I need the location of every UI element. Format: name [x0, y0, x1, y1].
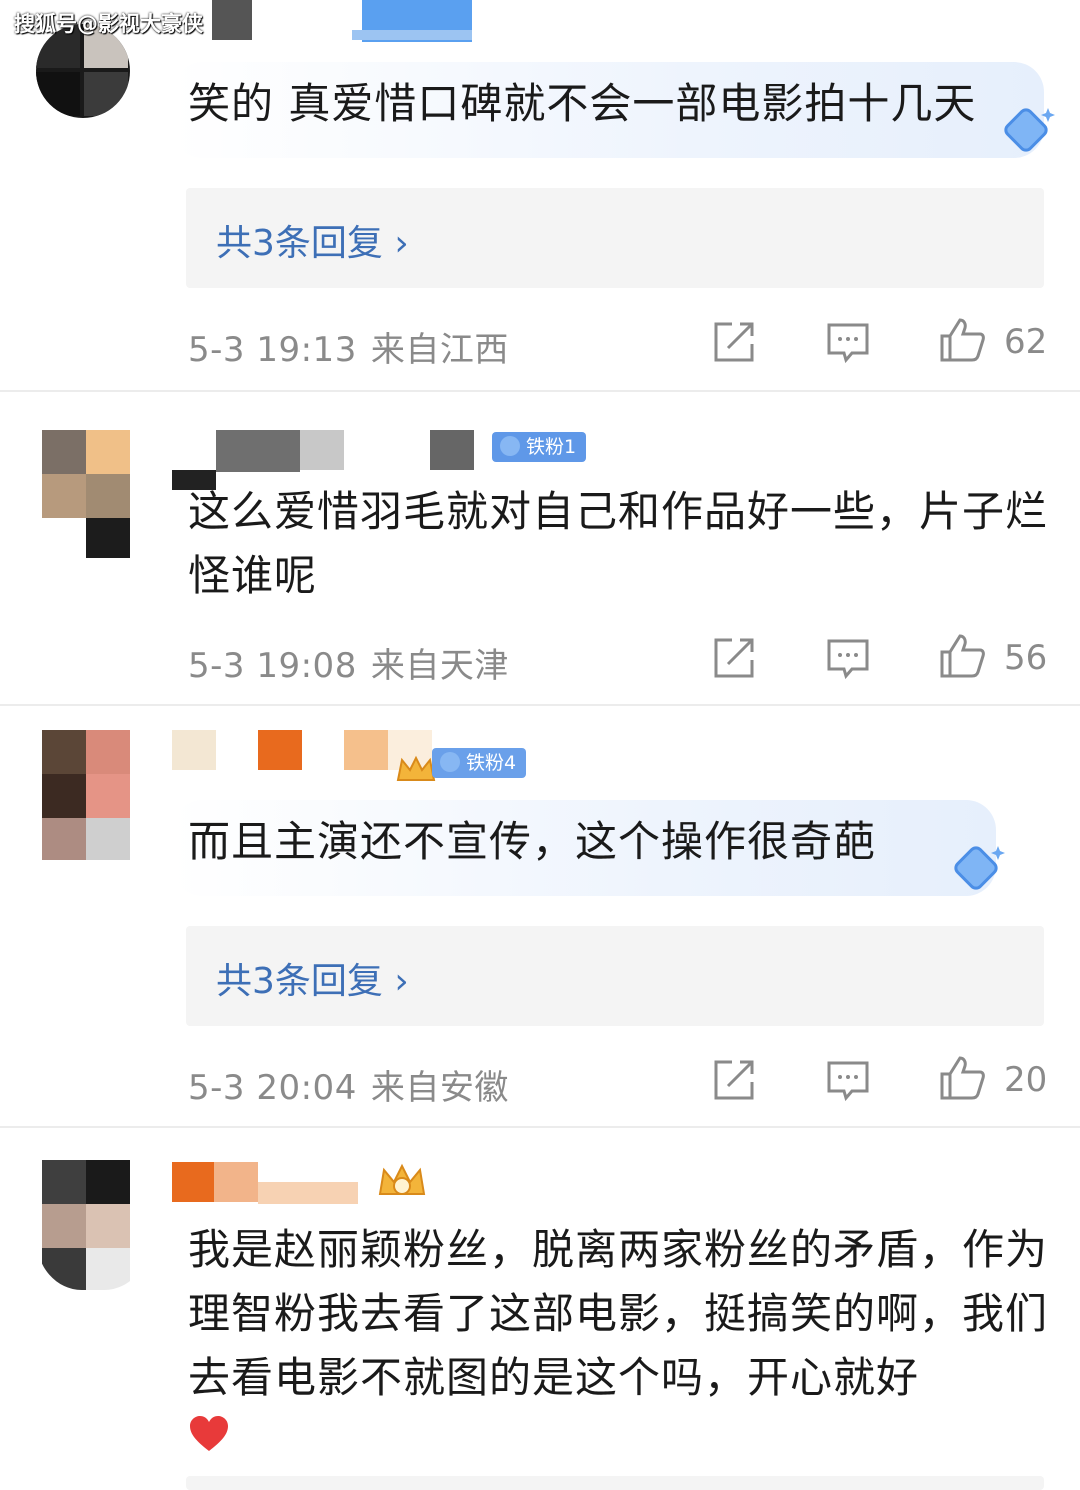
- replies-link[interactable]: 共3条回复 ›: [186, 188, 1044, 288]
- share-icon[interactable]: [712, 1058, 756, 1102]
- fan-badge: 铁粉1: [492, 432, 587, 462]
- comment-icon[interactable]: [826, 320, 870, 364]
- diamond-icon: [954, 846, 1005, 890]
- share-icon[interactable]: [712, 636, 756, 680]
- comment-text: 而且主演还不宣传，这个操作很奇葩: [188, 817, 877, 866]
- comment-icon[interactable]: [826, 1058, 870, 1102]
- replies-link[interactable]: [186, 1476, 1044, 1490]
- location: 来自江西: [370, 330, 509, 370]
- crown-icon: [378, 1163, 426, 1195]
- share-icon[interactable]: [712, 320, 756, 364]
- timestamp: 5-3 19:08: [188, 646, 357, 686]
- watermark: 搜狐号@影视大豪侠: [14, 12, 203, 36]
- like-count: 56: [1004, 638, 1048, 678]
- comment-text: 这么爱惜羽毛就对自己和作品好一些，片子烂怪谁呢: [188, 487, 1049, 600]
- timestamp: 5-3 19:13: [188, 330, 357, 370]
- comment-meta: 5-3 20:04 来自安徽: [188, 1060, 509, 1109]
- crown-icon: [396, 755, 436, 781]
- divider: [0, 1126, 1080, 1128]
- avatar[interactable]: [36, 1160, 150, 1290]
- timestamp: 5-3 20:04: [188, 1068, 357, 1108]
- location: 来自天津: [370, 646, 509, 686]
- avatar[interactable]: [36, 430, 130, 558]
- comment-icon[interactable]: [826, 636, 870, 680]
- avatar[interactable]: [36, 730, 130, 860]
- comment-text: 笑的 真爱惜口碑就不会一部电影拍十几天: [188, 79, 977, 128]
- like-icon[interactable]: [938, 1054, 986, 1102]
- diamond-icon: [1004, 108, 1055, 152]
- comment-meta: 5-3 19:08 来自天津: [188, 638, 509, 687]
- heart-icon: [190, 1416, 228, 1451]
- avatar[interactable]: [36, 24, 130, 118]
- replies-link[interactable]: 共3条回复 ›: [186, 926, 1044, 1026]
- comment-meta: 5-3 19:13 来自江西: [188, 322, 509, 371]
- location: 来自安徽: [370, 1068, 509, 1108]
- like-count: 20: [1004, 1060, 1048, 1100]
- divider: [0, 390, 1080, 392]
- like-icon[interactable]: [938, 316, 986, 364]
- like-icon[interactable]: [938, 632, 986, 680]
- divider: [0, 704, 1080, 706]
- fan-badge: 铁粉4: [432, 748, 527, 778]
- like-count: 62: [1004, 322, 1048, 362]
- comment-text: 我是赵丽颖粉丝，脱离两家粉丝的矛盾，作为理智粉我去看了这部电影，挺搞笑的啊，我们…: [188, 1225, 1049, 1402]
